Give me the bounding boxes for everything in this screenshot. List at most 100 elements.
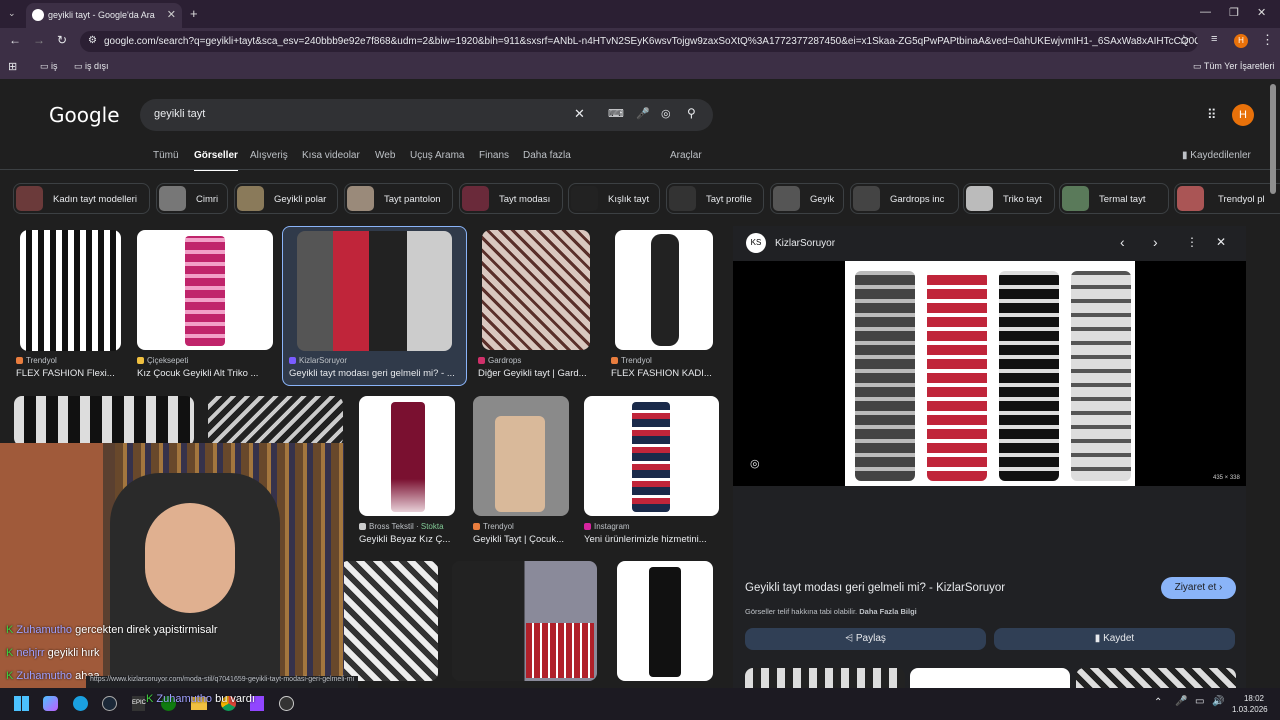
google-logo[interactable]: Google — [49, 103, 120, 127]
search-box[interactable]: geyikli tayt ✕ ⌨ 🎤 ◎ ⚲ — [140, 99, 713, 131]
image-result[interactable]: Trendyol Geyikli Tayt | Çocuk... — [473, 396, 569, 548]
menu-icon[interactable]: ⋮ — [1261, 32, 1274, 48]
clear-icon[interactable]: ✕ — [574, 106, 585, 122]
tab-all[interactable]: Tümü — [153, 150, 179, 161]
close-tab-icon[interactable]: ✕ — [167, 8, 176, 21]
browser-tab[interactable]: geyikli tayt - Google'da Ara ✕ — [26, 3, 182, 28]
chip[interactable]: Cimri — [156, 183, 228, 214]
bookmark-folder-is[interactable]: ▭ iş — [40, 61, 58, 72]
image-result-selected[interactable]: KizlarSoruyor Geyikli tayt modası geri g… — [282, 226, 467, 386]
tab-web[interactable]: Web — [375, 150, 395, 161]
image-result[interactable] — [340, 561, 438, 681]
more-options-icon[interactable]: ⋮ — [1186, 235, 1198, 249]
site-info-icon[interactable]: ⚙ — [88, 35, 97, 46]
tab-shopping[interactable]: Alışveriş — [250, 150, 288, 161]
chip[interactable]: Tayt modası — [459, 183, 563, 214]
lens-icon[interactable]: ◎ — [661, 107, 671, 120]
chip-label: Gardrops inc — [890, 194, 945, 205]
tab-more[interactable]: Daha fazla — [523, 150, 571, 161]
tools-button[interactable]: Araçlar — [670, 150, 702, 161]
copilot-icon[interactable] — [43, 696, 58, 711]
mic-icon[interactable]: 🎤 — [636, 107, 650, 120]
tab-finance[interactable]: Finans — [479, 150, 509, 161]
chat-user-icon: K — [146, 693, 157, 705]
chip[interactable]: Tayt pantolon — [344, 183, 453, 214]
tab-short-videos[interactable]: Kısa videolar — [302, 150, 360, 161]
tab-search-icon[interactable]: ⌄ — [8, 8, 16, 19]
image-result[interactable]: Instagram Yeni ürünlerimizle hizmetini..… — [584, 396, 719, 548]
forward-icon[interactable]: → — [33, 33, 45, 47]
close-panel-icon[interactable]: ✕ — [1216, 235, 1226, 249]
edge-icon[interactable] — [73, 696, 88, 711]
panel-site-name[interactable]: KizlarSoruyor — [775, 238, 835, 249]
network-icon[interactable]: ▭ — [1195, 696, 1204, 707]
tab-images[interactable]: Görseller — [194, 150, 238, 171]
chip[interactable]: Gardrops inc — [850, 183, 959, 214]
chip[interactable]: Kadın tayt modelleri — [13, 183, 150, 214]
image-result[interactable]: Gardrops Diğer Geyikli tayt | Gard... — [478, 230, 590, 385]
steam-icon[interactable] — [102, 696, 117, 711]
more-info-link[interactable]: Daha Fazla Bilgi — [859, 607, 917, 616]
panel-title[interactable]: Geyikli tayt modası geri gelmeli mi? - K… — [745, 582, 1005, 594]
all-bookmarks[interactable]: ▭ Tüm Yer İşaretleri — [1193, 61, 1274, 72]
reload-icon[interactable]: ↻ — [57, 33, 67, 47]
related-image[interactable] — [745, 668, 905, 688]
bookmark-folder-is-disi[interactable]: ▭ iş dışı — [74, 61, 109, 72]
save-button[interactable]: ▮ Kaydet — [994, 628, 1235, 650]
search-icon[interactable]: ⚲ — [687, 106, 696, 120]
image-result[interactable]: Trendyol FLEX FASHION KADI... — [611, 230, 715, 385]
image-result[interactable]: Bross Tekstil · Stokta Geyikli Beyaz Kız… — [359, 396, 455, 548]
reading-list-icon[interactable]: ≡ — [1211, 33, 1217, 45]
related-image[interactable] — [910, 668, 1070, 688]
tab-flights[interactable]: Uçuş Arama — [410, 150, 464, 161]
image-result[interactable]: Trendyol FLEX FASHION Flexi... — [16, 230, 128, 385]
chat-message: K Zuhamutho gercekten direk yapistirmisa… — [6, 624, 218, 636]
apps-grid-icon[interactable]: ⠿ — [1207, 107, 1217, 123]
windows-start-icon[interactable] — [14, 696, 29, 711]
restore-icon[interactable]: ❐ — [1229, 6, 1239, 19]
keyboard-icon[interactable]: ⌨ — [608, 107, 624, 120]
image-result[interactable] — [208, 396, 343, 446]
clock[interactable]: 18:02 1.03.2026 — [1232, 693, 1268, 715]
new-tab-icon[interactable]: + — [190, 6, 198, 21]
result-image — [340, 561, 438, 681]
next-icon[interactable]: › — [1153, 234, 1158, 250]
prev-icon[interactable]: ‹ — [1120, 234, 1125, 250]
mic-tray-icon[interactable]: 🎤 — [1175, 696, 1187, 707]
lens-search-icon[interactable]: ◎ — [750, 457, 760, 470]
tray-chevron-icon[interactable]: ⌃ — [1154, 697, 1162, 708]
address-bar[interactable]: ⚙ google.com/search?q=geyikli+tayt&sca_e… — [80, 31, 1198, 52]
chip[interactable]: Kışlık tayt — [568, 183, 660, 214]
visit-button[interactable]: Ziyaret et › — [1161, 577, 1236, 599]
epic-icon[interactable]: EPIC — [132, 696, 146, 711]
chip[interactable]: Triko tayt — [963, 183, 1055, 214]
image-result[interactable] — [617, 561, 713, 681]
tab-strip: ⌄ geyikli tayt - Google'da Ara ✕ + — ❐ ✕ — [0, 0, 1280, 28]
volume-icon[interactable]: 🔊 — [1212, 696, 1224, 707]
search-input[interactable]: geyikli tayt — [154, 108, 205, 120]
chip[interactable]: Trendyol pl — [1174, 183, 1280, 214]
obs-icon[interactable] — [279, 696, 294, 711]
preview-image-area[interactable]: ◎ 435 × 338 — [733, 261, 1246, 486]
profile-avatar[interactable]: H — [1234, 34, 1248, 48]
image-result[interactable]: Çiçeksepeti Kız Çocuk Geyikli Alt Triko … — [137, 230, 273, 385]
saved-button[interactable]: ▮ Kaydedilenler — [1182, 150, 1251, 161]
account-avatar[interactable]: H — [1232, 104, 1254, 126]
chip[interactable]: Geyikli polar — [234, 183, 338, 214]
chip-thumbnail — [571, 186, 598, 211]
related-image[interactable] — [1076, 668, 1236, 688]
minimize-icon[interactable]: — — [1200, 6, 1211, 18]
bookmark-star-icon[interactable]: ☆ — [1178, 32, 1190, 48]
source-label: Trendyol — [26, 356, 57, 365]
close-window-icon[interactable]: ✕ — [1257, 6, 1266, 19]
apps-icon[interactable]: ⊞ — [8, 60, 17, 73]
chip[interactable]: Termal tayt — [1059, 183, 1169, 214]
chip[interactable]: Tayt profile — [666, 183, 764, 214]
back-icon[interactable]: ← — [9, 33, 21, 47]
chip-thumbnail — [1177, 186, 1204, 211]
chip[interactable]: Geyik — [770, 183, 844, 214]
share-button[interactable]: ⩤ Paylaş — [745, 628, 986, 650]
image-result[interactable] — [452, 561, 597, 681]
image-result[interactable] — [14, 396, 194, 446]
page-scrollbar[interactable] — [1270, 84, 1276, 194]
